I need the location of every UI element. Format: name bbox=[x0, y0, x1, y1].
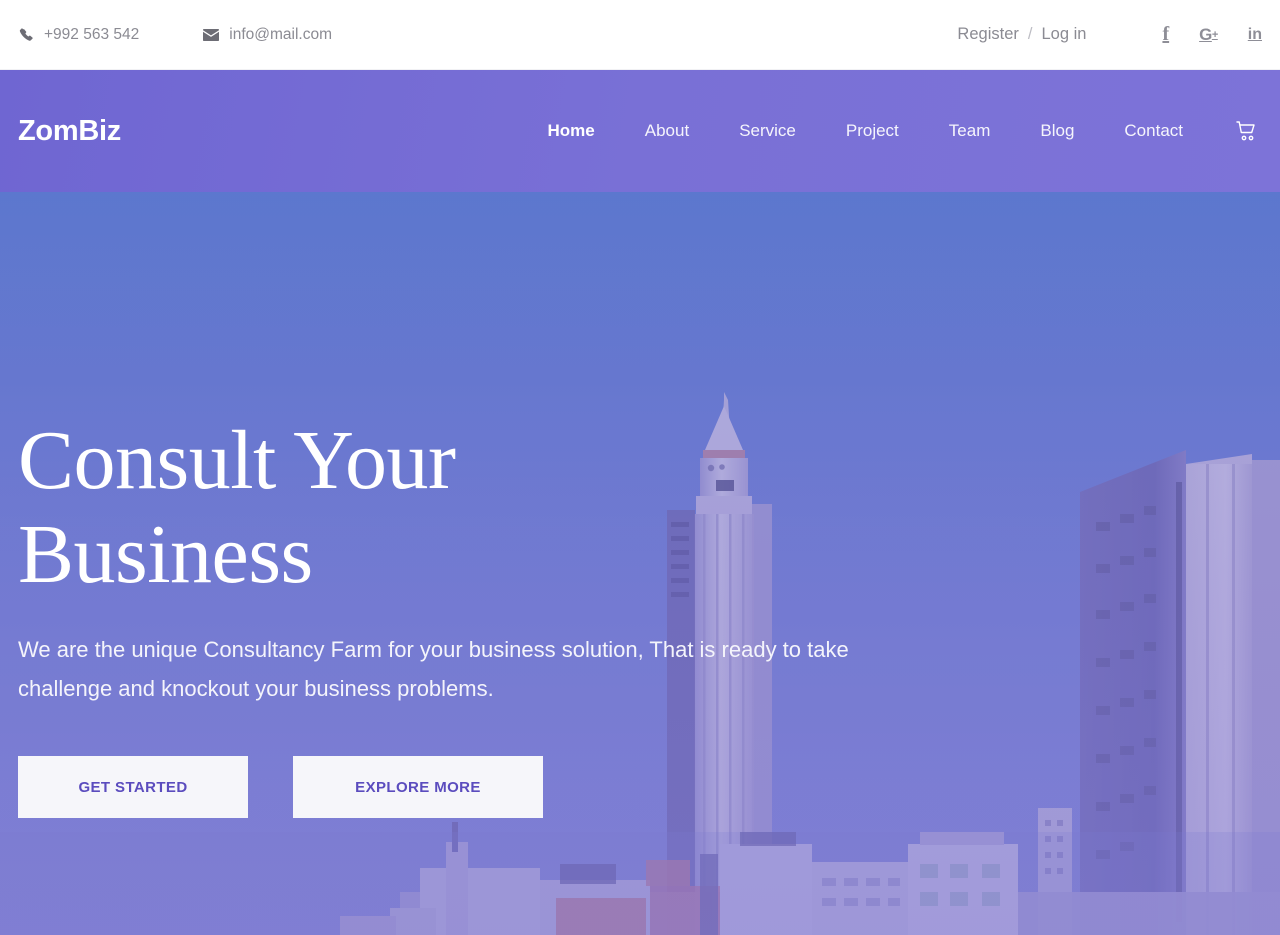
nav-item-home[interactable]: Home bbox=[548, 115, 595, 147]
nav-item-blog[interactable]: Blog bbox=[1040, 115, 1074, 147]
hero-title-line-2: Business bbox=[18, 508, 313, 602]
nav-item-contact[interactable]: Contact bbox=[1124, 115, 1183, 147]
auth-separator: / bbox=[1027, 25, 1033, 43]
phone-number: +992 563 542 bbox=[44, 25, 140, 43]
get-started-button[interactable]: GET STARTED bbox=[18, 756, 248, 819]
top-contact-bar: +992 563 542 info@mail.com Register / Lo… bbox=[0, 0, 1280, 70]
hero-cta-group: GET STARTED EXPLORE MORE bbox=[18, 756, 978, 819]
linkedin-icon[interactable]: in bbox=[1248, 24, 1262, 46]
login-link[interactable]: Log in bbox=[1041, 25, 1086, 44]
hero-section: Consult Your Business We are the unique … bbox=[0, 192, 1280, 935]
nav-item-about[interactable]: About bbox=[645, 115, 689, 147]
nav-item-project[interactable]: Project bbox=[846, 115, 899, 147]
nav-item-service[interactable]: Service bbox=[739, 115, 796, 147]
site-logo[interactable]: ZomBiz bbox=[0, 115, 121, 148]
email-contact[interactable]: info@mail.com bbox=[203, 26, 332, 44]
hero-content: Consult Your Business We are the unique … bbox=[18, 414, 978, 819]
page-root: +992 563 542 info@mail.com Register / Lo… bbox=[0, 0, 1280, 935]
nav-menu: Home About Service Project Team Blog Con… bbox=[548, 115, 1280, 147]
social-links: f G + in bbox=[1132, 23, 1262, 46]
top-contact-left: +992 563 542 info@mail.com bbox=[0, 26, 332, 44]
email-address: info@mail.com bbox=[229, 25, 332, 43]
explore-more-button[interactable]: EXPLORE MORE bbox=[293, 756, 543, 819]
nav-item-team[interactable]: Team bbox=[949, 115, 991, 147]
phone-icon bbox=[18, 27, 34, 43]
google-plus-icon[interactable]: G + bbox=[1199, 24, 1218, 46]
google-plus-glyph: G bbox=[1199, 24, 1212, 44]
hero-subtitle: We are the unique Consultancy Farm for y… bbox=[18, 637, 849, 702]
hero-title-line-1: Consult Your bbox=[18, 414, 456, 507]
shopping-cart-icon[interactable] bbox=[1236, 120, 1258, 142]
facebook-icon[interactable]: f bbox=[1162, 23, 1169, 46]
register-link[interactable]: Register bbox=[957, 25, 1018, 44]
hero-title: Consult Your Business bbox=[18, 414, 978, 602]
top-account-area: Register / Log in f G + in bbox=[957, 23, 1280, 46]
phone-contact[interactable]: +992 563 542 bbox=[18, 26, 139, 44]
main-navbar: ZomBiz Home About Service Project Team B… bbox=[0, 70, 1280, 192]
plus-glyph: + bbox=[1211, 28, 1218, 41]
envelope-icon bbox=[203, 27, 220, 43]
